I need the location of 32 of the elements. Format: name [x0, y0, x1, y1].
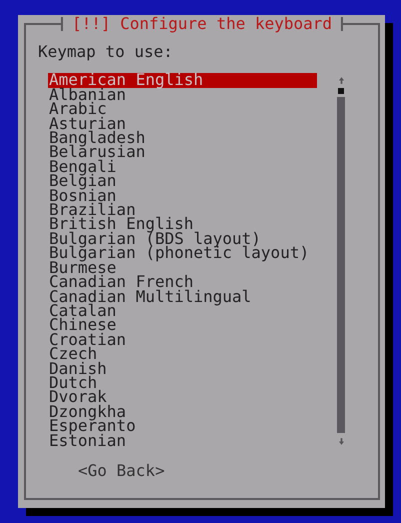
- keymap-option[interactable]: Estonian: [48, 434, 317, 448]
- keymap-option[interactable]: Dutch: [48, 376, 317, 390]
- keymap-option[interactable]: Dvorak: [48, 390, 317, 405]
- keymap-option[interactable]: Burmese: [48, 260, 317, 276]
- keymap-option[interactable]: Albanian: [48, 88, 317, 102]
- scrollbar-thumb[interactable]: [338, 88, 344, 94]
- keymap-option[interactable]: Bosnian: [48, 188, 317, 204]
- keymap-option[interactable]: Chinese: [48, 318, 317, 333]
- keymap-option[interactable]: Dzongkha: [48, 404, 317, 420]
- dialog-title: [!!] Configure the keyboard: [60, 17, 344, 32]
- keymap-option[interactable]: Bengali: [48, 160, 317, 174]
- keymap-option[interactable]: Bulgarian (BDS layout): [48, 232, 317, 246]
- keymap-option[interactable]: American English: [48, 73, 317, 88]
- prompt-label: Keymap to use:: [38, 45, 174, 60]
- keymap-option[interactable]: British English: [48, 217, 317, 232]
- keymap-option[interactable]: Bulgarian (phonetic layout): [48, 246, 317, 261]
- keymap-option[interactable]: Canadian French: [48, 275, 317, 290]
- keymap-option[interactable]: Belarusian: [48, 145, 317, 160]
- keymap-option[interactable]: Czech: [48, 347, 317, 362]
- keymap-option[interactable]: Croatian: [48, 332, 317, 348]
- keymap-option[interactable]: Canadian Multilingual: [48, 290, 317, 304]
- keymap-option[interactable]: Belgian: [48, 174, 317, 189]
- go-back-button[interactable]: <Go Back>: [78, 464, 165, 478]
- keymap-option[interactable]: Danish: [48, 362, 317, 376]
- scroll-down-arrow-icon[interactable]: [338, 438, 344, 445]
- keymap-option[interactable]: Esperanto: [48, 419, 317, 434]
- keymap-option[interactable]: Arabic: [48, 102, 317, 117]
- keymap-option[interactable]: Brazilian: [48, 203, 317, 218]
- keymap-option[interactable]: Asturian: [48, 116, 317, 132]
- scrollbar-track[interactable]: [337, 97, 345, 433]
- keymap-option[interactable]: Bangladesh: [48, 131, 317, 146]
- scroll-up-arrow-icon[interactable]: [338, 77, 344, 84]
